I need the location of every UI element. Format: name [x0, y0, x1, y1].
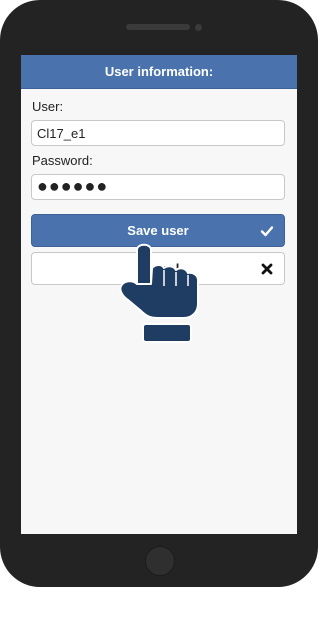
page-title: User information:: [104, 64, 214, 79]
password-label: Password:: [32, 153, 93, 168]
close-icon: [261, 263, 273, 275]
user-input[interactable]: Cl17_e1: [31, 120, 285, 146]
password-input-value: ●●●●●●: [37, 175, 109, 196]
page-header: User information:: [21, 55, 297, 89]
password-input[interactable]: ●●●●●●: [31, 174, 285, 200]
check-icon: [260, 226, 274, 237]
save-user-label: Save user: [127, 223, 189, 238]
phone-speaker: [126, 24, 190, 30]
user-input-value: Cl17_e1: [37, 125, 86, 141]
home-button[interactable]: [145, 546, 175, 576]
user-label: User:: [32, 99, 64, 114]
pointing-hand-icon: [119, 243, 199, 343]
phone-camera: [195, 24, 202, 31]
